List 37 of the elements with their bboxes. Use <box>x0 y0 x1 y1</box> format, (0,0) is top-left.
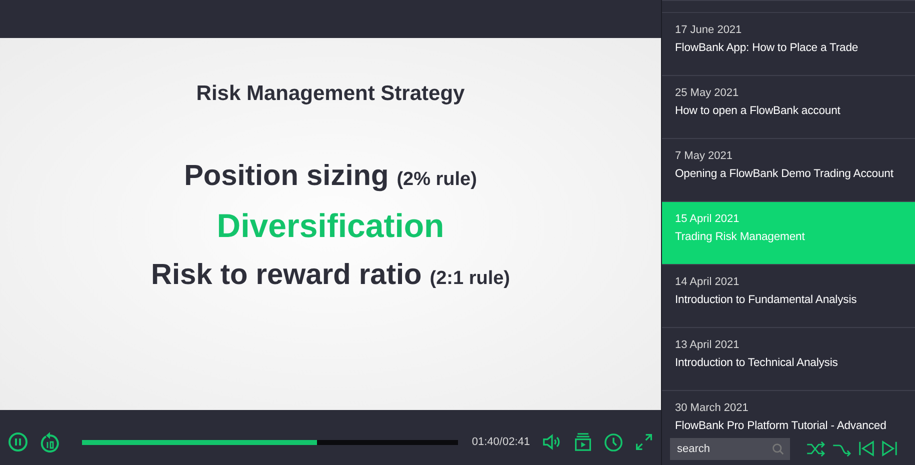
slide-line: Position sizing <box>184 160 389 193</box>
playlist-item[interactable]: 14 April 2021 Introduction to Fundamental Analysis <box>662 265 915 328</box>
item-date: 7 May 2021 <box>675 150 734 163</box>
previous-icon[interactable] <box>858 440 875 457</box>
search-field[interactable]: search <box>670 438 790 460</box>
item-date: 17 June 2021 <box>675 24 743 37</box>
item-title: Introduction to Fundamental Analysis <box>675 293 858 308</box>
slide-title: Risk Management Strategy <box>196 82 465 106</box>
playlist-icon[interactable] <box>574 433 592 451</box>
playlist-item[interactable]: 13 April 2021 Introduction to Technical Analysis <box>662 328 915 391</box>
item-date: 13 April 2021 <box>675 339 740 352</box>
search-icon <box>772 442 784 454</box>
slide-note: (2% rule) <box>396 169 477 191</box>
item-date: 25 May 2021 <box>675 87 740 100</box>
time-display: 01:40/02:41 <box>472 436 530 448</box>
slide-line: Diversification <box>216 207 444 245</box>
item-date: 15 April 2021 <box>675 213 740 226</box>
item-title: Opening a FlowBank Demo Trading Account <box>675 167 894 182</box>
item-title: FlowBank App: How to Place a Trade <box>675 41 860 56</box>
volume-icon[interactable] <box>542 433 562 451</box>
item-title: FlowBank Pro Platform Tutorial - Advanced <box>675 419 888 432</box>
playlist-item[interactable]: 25 May 2021 How to open a FlowBank account <box>662 76 915 139</box>
clock-icon[interactable] <box>604 432 623 452</box>
item-title: How to open a FlowBank account <box>675 104 842 119</box>
playlist-item[interactable]: 17 June 2021 FlowBank App: How to Place a Trade <box>662 13 915 76</box>
pause-icon[interactable] <box>8 432 28 452</box>
item-date: 30 March 2021 <box>675 402 750 415</box>
item-date: 14 April 2021 <box>675 276 740 289</box>
slide-line: Risk to reward ratio <box>151 259 422 292</box>
slide-note: (2:1 rule) <box>430 268 510 290</box>
rewind-ten-icon[interactable] <box>40 431 60 453</box>
shuffle-icon[interactable] <box>806 440 826 456</box>
item-title: Introduction to Technical Analysis <box>675 356 839 371</box>
progress-track[interactable] <box>82 440 458 444</box>
item-title: Trading Risk Management <box>675 230 806 245</box>
next-icon[interactable] <box>881 440 898 457</box>
fullscreen-icon[interactable] <box>635 433 653 451</box>
